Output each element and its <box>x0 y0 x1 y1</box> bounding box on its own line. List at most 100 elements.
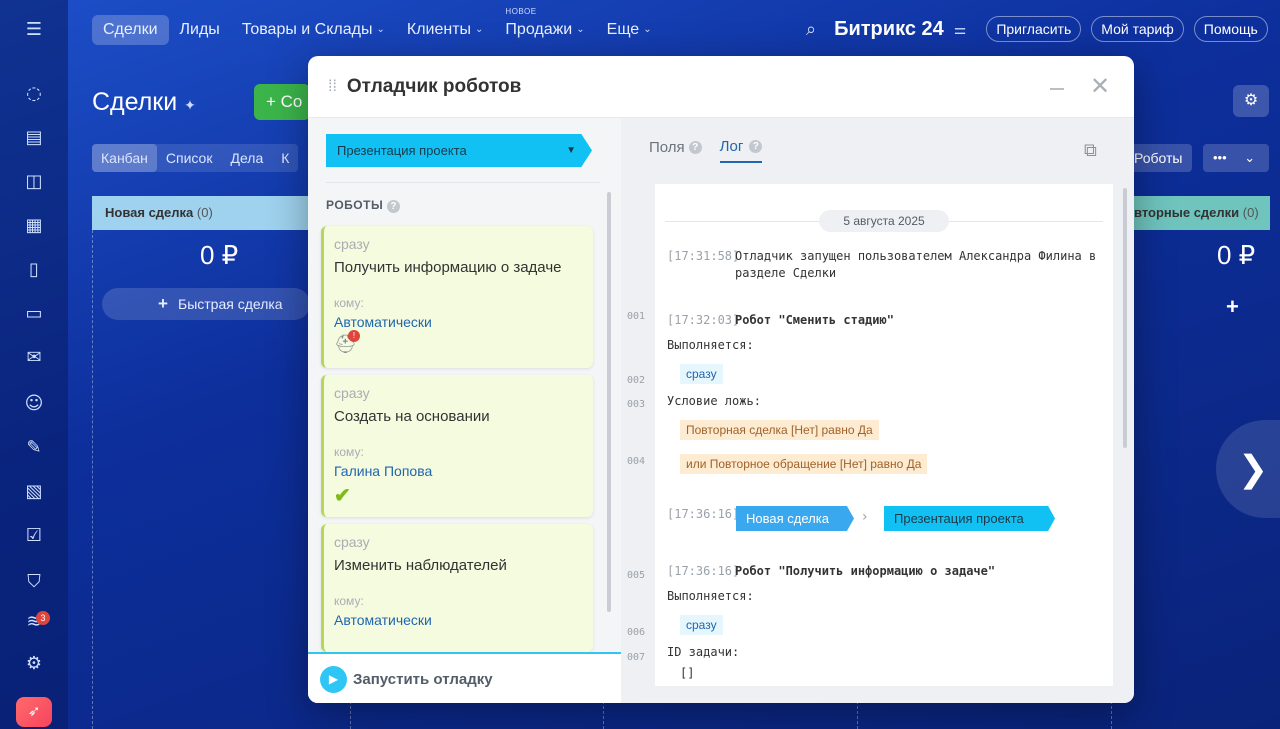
settings-sliders-icon[interactable]: ⚌ <box>954 21 967 38</box>
log-time: [17:32:03] <box>667 313 740 327</box>
log-condition-chip: или Повторное обращение [Нет] равно Да <box>680 454 928 474</box>
minimize-button[interactable] <box>1050 88 1064 90</box>
tariff-button[interactable]: Мой тариф <box>1091 16 1184 42</box>
nav-clients[interactable]: Клиенты ⌄ <box>396 15 495 45</box>
robot-card[interactable]: сразу Получить информацию о задаче кому:… <box>321 226 593 368</box>
robots-button[interactable]: Роботы <box>1126 144 1192 172</box>
log-tabs: Поля? Лог? <box>649 138 763 163</box>
checklist-icon[interactable]: ☑ <box>22 524 46 548</box>
more-button[interactable]: ••• ⌄ <box>1203 144 1269 172</box>
log-condition-chip: Повторная сделка [Нет] равно Да <box>680 420 879 440</box>
rocket-icon[interactable]: ➶ <box>16 697 52 727</box>
feed-icon[interactable]: ◌ <box>22 82 46 106</box>
forms-icon[interactable]: ▧ <box>22 480 46 504</box>
robot-title: Создать на основании <box>334 408 490 425</box>
robot-when: сразу <box>334 385 370 401</box>
brand-logo[interactable]: Битрикс 24 <box>834 18 944 41</box>
line-number: 006 <box>627 627 646 638</box>
contacts-icon[interactable]: ☺ <box>22 392 46 416</box>
play-icon[interactable]: ▶ <box>320 666 347 693</box>
top-right-toolbar: ⌕ Битрикс 24 ⚌ Пригласить Мой тариф Помо… <box>806 16 1268 42</box>
log-time: [17:36:16] <box>667 507 740 521</box>
close-icon[interactable]: ✕ <box>1090 72 1110 101</box>
log-scrollbar[interactable] <box>1123 188 1127 448</box>
calendar-icon[interactable]: ▦ <box>22 214 46 238</box>
log-text: Выполняется: <box>667 589 754 603</box>
column-sum: 0 ₽ <box>200 240 239 270</box>
robot-responsible[interactable]: Автоматически <box>334 314 583 330</box>
stage-selector[interactable]: Презентация проекта ▼ <box>326 134 592 167</box>
tasks-icon[interactable]: ▤ <box>22 126 46 150</box>
help-icon[interactable]: ? <box>688 141 702 154</box>
robot-warning-icon: ⛑! <box>334 330 360 355</box>
left-sidebar: ☰ ◌ ▤ ◫ ▦ ▯ ▭ ✉ ☺ ✎ ▧ ☑ ⛉ ≋ 3 ⚙ ➶ <box>0 0 68 729</box>
top-navigation: Сделки Лиды Товары и Склады ⌄ Клиенты ⌄ НО… <box>92 7 663 46</box>
nav-more[interactable]: Еще ⌄ <box>596 15 663 45</box>
documents-icon[interactable]: ▯ <box>22 258 46 282</box>
line-number: 005 <box>627 570 646 581</box>
robot-title: Получить информацию о задаче <box>334 259 562 276</box>
nav-products[interactable]: Товары и Склады ⌄ <box>231 15 396 45</box>
caret-down-icon: ▼ <box>566 145 576 156</box>
log-time: [17:31:58] <box>667 249 740 263</box>
notification-badge: 3 <box>36 611 50 625</box>
run-debug-bar[interactable]: ▶ Запустить отладку <box>308 652 621 703</box>
menu-icon[interactable]: ☰ <box>22 18 46 42</box>
robot-card[interactable]: сразу Создать на основании кому: Галина … <box>321 375 593 517</box>
search-icon[interactable]: ⌕ <box>806 19 816 40</box>
mail-icon[interactable]: ✉ <box>22 346 46 370</box>
tab-fields[interactable]: Поля? <box>649 138 702 163</box>
invite-button[interactable]: Пригласить <box>986 16 1082 42</box>
log-chip: сразу <box>680 364 723 384</box>
nav-deals[interactable]: Сделки <box>92 14 169 45</box>
tab-log[interactable]: Лог? <box>719 138 763 163</box>
quick-deal-button[interactable]: + Быстрая сделка <box>102 288 310 320</box>
nav-leads[interactable]: Лиды <box>169 15 231 45</box>
plus-icon[interactable]: + <box>1226 294 1239 320</box>
log-text: Выполняется: <box>667 338 754 352</box>
robot-to-label: кому: <box>334 445 364 459</box>
line-number: 002 <box>627 375 646 386</box>
chevron-down-icon: ⌄ <box>643 24 652 35</box>
create-button[interactable]: + Со <box>254 84 310 120</box>
settings-icon[interactable]: ⚙ <box>22 652 46 676</box>
drag-handle-icon[interactable]: ⁞⁞ <box>328 78 337 96</box>
help-icon[interactable]: ? <box>749 140 763 153</box>
tab-kanban[interactable]: Канбан <box>92 144 157 172</box>
tab-list[interactable]: Список <box>157 144 222 172</box>
robot-responsible[interactable]: Автоматически <box>334 612 583 628</box>
run-debug-label[interactable]: Запустить отладку <box>353 671 493 688</box>
line-number: 004 <box>627 456 646 467</box>
log-text: ID задачи: <box>667 645 740 659</box>
robot-title: Изменить наблюдателей <box>334 557 507 574</box>
tab-calendar[interactable]: К <box>272 144 298 172</box>
cart-icon[interactable]: ⛉ <box>22 570 46 594</box>
help-button[interactable]: Помощь <box>1193 16 1268 42</box>
column-new-deal: Новая сделка (0) <box>92 196 312 230</box>
tab-activities[interactable]: Дела <box>221 144 272 172</box>
sign-icon[interactable]: ✎ <box>22 436 46 460</box>
robot-when: сразу <box>334 236 370 252</box>
view-tabs: Канбан Список Дела К <box>92 144 299 172</box>
log-pane: Поля? Лог? ⧉ 5 августа 2025 [17:31:58] О… <box>621 118 1134 703</box>
line-number: 001 <box>627 311 646 322</box>
gear-icon[interactable]: ⚙ <box>1233 85 1269 117</box>
help-icon[interactable]: ? <box>387 200 401 213</box>
divider <box>326 182 600 183</box>
pin-icon[interactable]: ✦ <box>184 97 196 113</box>
robot-to-label: кому: <box>334 594 364 608</box>
scrollbar[interactable] <box>607 192 611 612</box>
chat-icon[interactable]: ◫ <box>22 170 46 194</box>
open-external-icon[interactable]: ⧉ <box>1084 140 1097 161</box>
robot-card[interactable]: сразу Изменить наблюдателей кому: Автома… <box>321 524 593 652</box>
log-text: Условие ложь: <box>667 394 761 408</box>
robot-when: сразу <box>334 534 370 550</box>
robots-pane: Презентация проекта ▼ РОБОТЫ? сразу Получ… <box>308 118 621 703</box>
robot-to-label: кому: <box>334 296 364 310</box>
nav-sales[interactable]: НОВОЕ Продажи ⌄ <box>494 7 595 45</box>
drive-icon[interactable]: ▭ <box>22 302 46 326</box>
chevron-right-icon: › <box>862 509 868 525</box>
robots-section-label: РОБОТЫ? <box>326 198 401 213</box>
chevron-down-icon: ⌄ <box>1244 150 1256 165</box>
robot-responsible[interactable]: Галина Попова <box>334 463 583 479</box>
